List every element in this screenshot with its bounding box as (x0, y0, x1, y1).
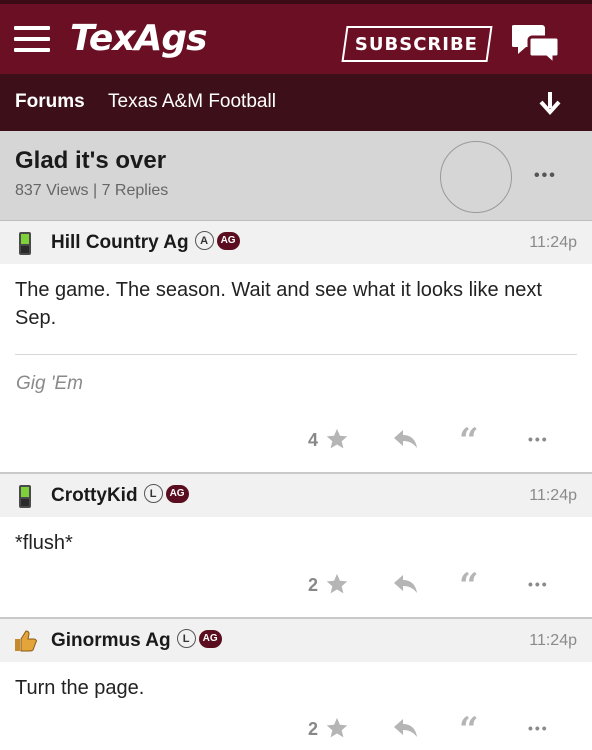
phone-icon (19, 232, 31, 255)
ag-badge: AG (198, 629, 222, 648)
avatar[interactable] (440, 141, 512, 213)
username-text: CrottyKid (51, 485, 138, 506)
user-badge: L (176, 629, 196, 649)
post-time: 11:24p (529, 632, 577, 649)
post-actions: 4 “ ••• (292, 424, 592, 458)
reply-icon[interactable] (393, 429, 419, 449)
ag-badge: AG (216, 231, 240, 250)
user-badge: L (143, 484, 163, 504)
menu-icon[interactable] (14, 26, 50, 52)
star-count: 2 (308, 575, 319, 595)
post-header: CrottyKid L AG 11:24p (0, 474, 592, 517)
quote-icon[interactable]: “ (459, 713, 479, 747)
post-username[interactable]: Ginormus Ag L AG (51, 629, 222, 652)
post-body: The game. The season. Wait and see what … (15, 279, 542, 329)
post: Hill Country Ag A AG 11:24p The game. The … (0, 221, 592, 472)
post-time: 11:24p (529, 234, 577, 251)
post-header: Hill Country Ag A AG 11:24p (0, 221, 592, 264)
post-body: *flush* (15, 532, 73, 554)
top-header: TexAgs SUBSCRIBE (0, 0, 592, 74)
user-badge: A (194, 231, 214, 251)
chat-icon[interactable] (512, 21, 560, 65)
post-time: 11:24p (529, 487, 577, 504)
site-logo[interactable]: TexAgs (70, 18, 208, 59)
post-header: Ginormus Ag L AG 11:24p (0, 619, 592, 662)
subscribe-button[interactable]: SUBSCRIBE (341, 26, 493, 62)
page-title: Glad it's over (15, 147, 167, 174)
breadcrumb-forums-link[interactable]: Forums (15, 91, 85, 113)
breadcrumb-board-link[interactable]: Texas A&M Football (108, 91, 276, 113)
star-icon[interactable] (326, 428, 348, 450)
username-text: Ginormus Ag (51, 630, 171, 651)
quote-icon[interactable]: “ (459, 569, 479, 603)
post-username[interactable]: Hill Country Ag A AG (51, 231, 240, 254)
post-more-button[interactable]: ••• (528, 431, 549, 447)
post-more-button[interactable]: ••• (528, 720, 549, 736)
post: Ginormus Ag L AG 11:24p Turn the page. 2 “… (0, 619, 592, 750)
subscribe-label: SUBSCRIBE (355, 33, 479, 55)
star-icon[interactable] (326, 573, 348, 595)
post-body: Turn the page. (15, 677, 145, 699)
thread-more-button[interactable]: ••• (534, 167, 557, 185)
thread-stats: 837 Views | 7 Replies (15, 182, 169, 199)
post-actions: 2 “ ••• (292, 713, 592, 747)
post-signature: Gig 'Em (16, 373, 83, 394)
phone-icon (19, 485, 31, 508)
quote-icon[interactable]: “ (459, 424, 479, 458)
thread-header: Glad it's over 837 Views | 7 Replies ••• (0, 131, 592, 221)
star-icon[interactable] (326, 717, 348, 739)
post-username[interactable]: CrottyKid L AG (51, 484, 189, 507)
post-more-button[interactable]: ••• (528, 576, 549, 592)
breadcrumb: Forums Texas A&M Football (0, 74, 592, 131)
post-actions: 2 “ ••• (292, 569, 592, 603)
reply-icon[interactable] (393, 574, 419, 594)
post: CrottyKid L AG 11:24p *flush* 2 “ ••• (0, 474, 592, 617)
thumbs-up-icon (15, 630, 37, 652)
star-count: 2 (308, 719, 319, 739)
ag-badge: AG (165, 484, 189, 503)
star-count: 4 (308, 430, 319, 450)
username-text: Hill Country Ag (51, 232, 189, 253)
reply-icon[interactable] (393, 718, 419, 738)
arrow-down-icon[interactable] (538, 90, 562, 116)
